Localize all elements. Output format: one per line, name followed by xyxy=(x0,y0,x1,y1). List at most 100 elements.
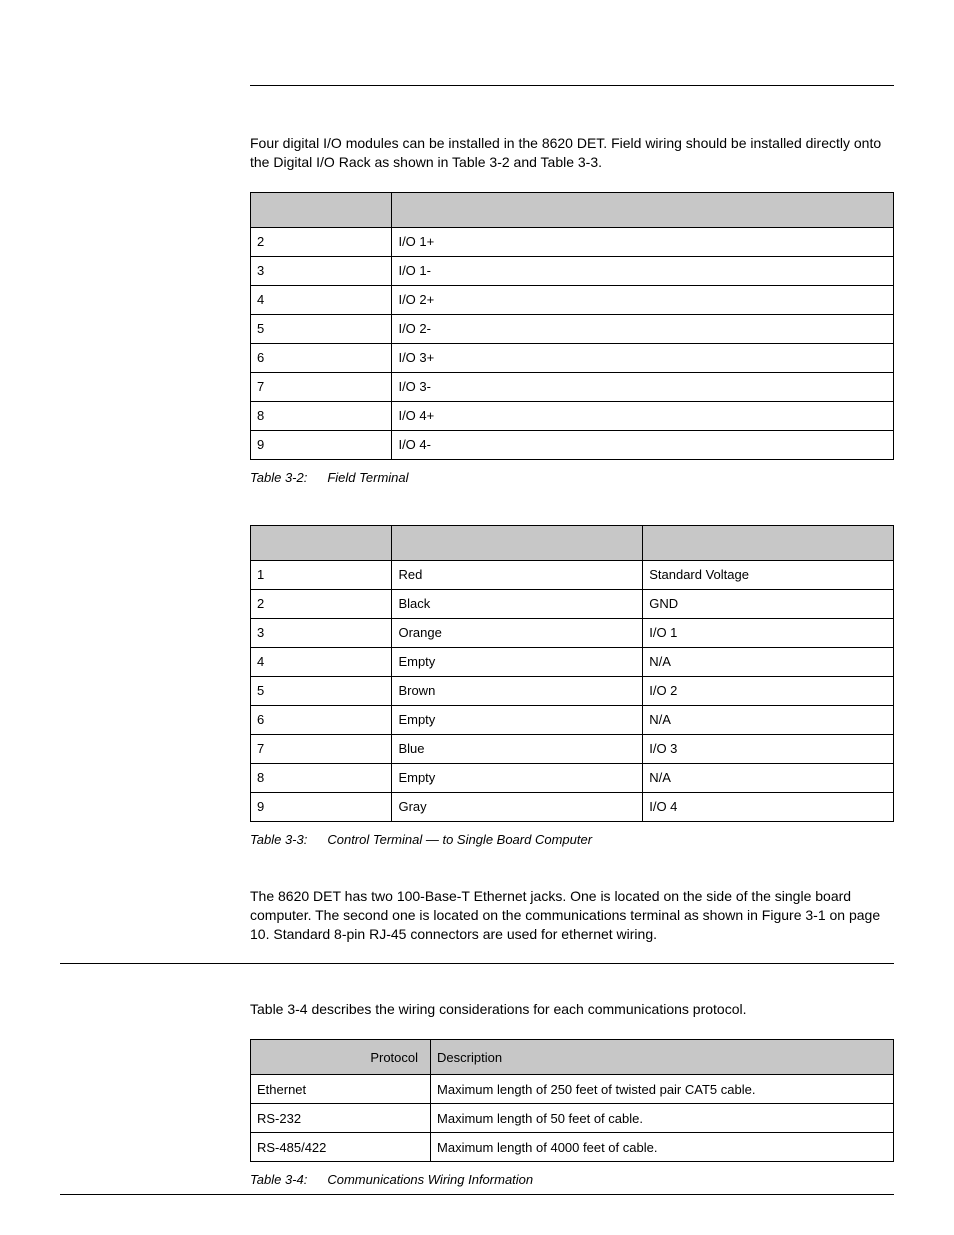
table-row: RS-232Maximum length of 50 feet of cable… xyxy=(251,1104,894,1133)
cell: I/O 1- xyxy=(392,256,894,285)
table-3-2-caption: Table 3-2: Field Terminal xyxy=(250,470,894,485)
cell: Red xyxy=(392,560,643,589)
cell: 3 xyxy=(251,256,392,285)
table-row: 7BlueI/O 3 xyxy=(251,734,894,763)
table-3-4: Protocol Description EthernetMaximum len… xyxy=(250,1039,894,1162)
table-3-3-header-blank-1 xyxy=(251,525,392,560)
section-horizontal-rule xyxy=(60,963,894,964)
ethernet-paragraph: The 8620 DET has two 100-Base-T Ethernet… xyxy=(250,887,894,944)
cell: Empty xyxy=(392,647,643,676)
cell: 5 xyxy=(251,314,392,343)
caption-text: Field Terminal xyxy=(327,470,408,485)
cell: 8 xyxy=(251,401,392,430)
caption-text: Control Terminal — to Single Board Compu… xyxy=(327,832,592,847)
top-horizontal-rule xyxy=(250,85,894,86)
cell: Gray xyxy=(392,792,643,821)
cell: 1 xyxy=(251,560,392,589)
table-row: 4EmptyN/A xyxy=(251,647,894,676)
table-3-2-header-blank-1 xyxy=(251,192,392,227)
table-3-2: 2I/O 1+ 3I/O 1- 4I/O 2+ 5I/O 2- 6I/O 3+ … xyxy=(250,192,894,460)
cell: I/O 3+ xyxy=(392,343,894,372)
table-row: 3I/O 1- xyxy=(251,256,894,285)
cell: RS-232 xyxy=(251,1104,431,1133)
cell: 3 xyxy=(251,618,392,647)
table-row: 8I/O 4+ xyxy=(251,401,894,430)
cell: GND xyxy=(643,589,894,618)
cell: N/A xyxy=(643,647,894,676)
cell: Empty xyxy=(392,763,643,792)
cell: Blue xyxy=(392,734,643,763)
bottom-horizontal-rule xyxy=(60,1194,894,1195)
caption-text: Communications Wiring Information xyxy=(327,1172,533,1187)
table-row: 2BlackGND xyxy=(251,589,894,618)
caption-label: Table 3-2: xyxy=(250,470,307,485)
cell: I/O 4- xyxy=(392,430,894,459)
cell: Maximum length of 250 feet of twisted pa… xyxy=(431,1075,894,1104)
table-row: EthernetMaximum length of 250 feet of tw… xyxy=(251,1075,894,1104)
table-3-4-header-description: Description xyxy=(431,1040,894,1075)
wiring-intro-paragraph: Table 3-4 describes the wiring considera… xyxy=(250,1000,894,1019)
cell: 4 xyxy=(251,285,392,314)
table-row: 6I/O 3+ xyxy=(251,343,894,372)
table-3-3-header-row xyxy=(251,525,894,560)
cell: Orange xyxy=(392,618,643,647)
cell: I/O 3 xyxy=(643,734,894,763)
cell: I/O 4+ xyxy=(392,401,894,430)
table-3-2-header-blank-2 xyxy=(392,192,894,227)
cell: 6 xyxy=(251,343,392,372)
table-row: 8EmptyN/A xyxy=(251,763,894,792)
table-row: 2I/O 1+ xyxy=(251,227,894,256)
page: Four digital I/O modules can be installe… xyxy=(0,0,954,1235)
cell: I/O 3- xyxy=(392,372,894,401)
main-content: Four digital I/O modules can be installe… xyxy=(250,134,894,943)
cell: I/O 2- xyxy=(392,314,894,343)
table-row: 9GrayI/O 4 xyxy=(251,792,894,821)
cell: Black xyxy=(392,589,643,618)
cell: Maximum length of 4000 feet of cable. xyxy=(431,1133,894,1162)
intro-paragraph: Four digital I/O modules can be installe… xyxy=(250,134,894,172)
table-row: RS-485/422Maximum length of 4000 feet of… xyxy=(251,1133,894,1162)
cell: Standard Voltage xyxy=(643,560,894,589)
caption-label: Table 3-3: xyxy=(250,832,307,847)
table-row: 3OrangeI/O 1 xyxy=(251,618,894,647)
table-row: 7I/O 3- xyxy=(251,372,894,401)
cell: 5 xyxy=(251,676,392,705)
cell: 6 xyxy=(251,705,392,734)
cell: N/A xyxy=(643,763,894,792)
cell: Brown xyxy=(392,676,643,705)
cell: 4 xyxy=(251,647,392,676)
cell: Maximum length of 50 feet of cable. xyxy=(431,1104,894,1133)
wiring-section: Table 3-4 describes the wiring considera… xyxy=(250,1000,894,1187)
table-3-3-header-blank-3 xyxy=(643,525,894,560)
table-3-4-header-row: Protocol Description xyxy=(251,1040,894,1075)
cell: 7 xyxy=(251,734,392,763)
cell: N/A xyxy=(643,705,894,734)
cell: 8 xyxy=(251,763,392,792)
cell: Ethernet xyxy=(251,1075,431,1104)
table-row: 1RedStandard Voltage xyxy=(251,560,894,589)
cell: Empty xyxy=(392,705,643,734)
cell: 7 xyxy=(251,372,392,401)
table-row: 6EmptyN/A xyxy=(251,705,894,734)
table-3-3-header-blank-2 xyxy=(392,525,643,560)
table-row: 9I/O 4- xyxy=(251,430,894,459)
table-3-3: 1RedStandard Voltage 2BlackGND 3OrangeI/… xyxy=(250,525,894,822)
cell: 9 xyxy=(251,792,392,821)
table-3-4-caption: Table 3-4: Communications Wiring Informat… xyxy=(250,1172,894,1187)
cell: RS-485/422 xyxy=(251,1133,431,1162)
cell: 2 xyxy=(251,227,392,256)
table-row: 5BrownI/O 2 xyxy=(251,676,894,705)
table-row: 5I/O 2- xyxy=(251,314,894,343)
caption-label: Table 3-4: xyxy=(250,1172,307,1187)
cell: 9 xyxy=(251,430,392,459)
table-3-4-header-protocol: Protocol xyxy=(251,1040,431,1075)
table-3-2-header-row xyxy=(251,192,894,227)
table-3-3-caption: Table 3-3: Control Terminal — to Single B… xyxy=(250,832,894,847)
cell: I/O 4 xyxy=(643,792,894,821)
cell: I/O 2 xyxy=(643,676,894,705)
cell: I/O 1 xyxy=(643,618,894,647)
cell: I/O 1+ xyxy=(392,227,894,256)
cell: 2 xyxy=(251,589,392,618)
table-row: 4I/O 2+ xyxy=(251,285,894,314)
cell: I/O 2+ xyxy=(392,285,894,314)
